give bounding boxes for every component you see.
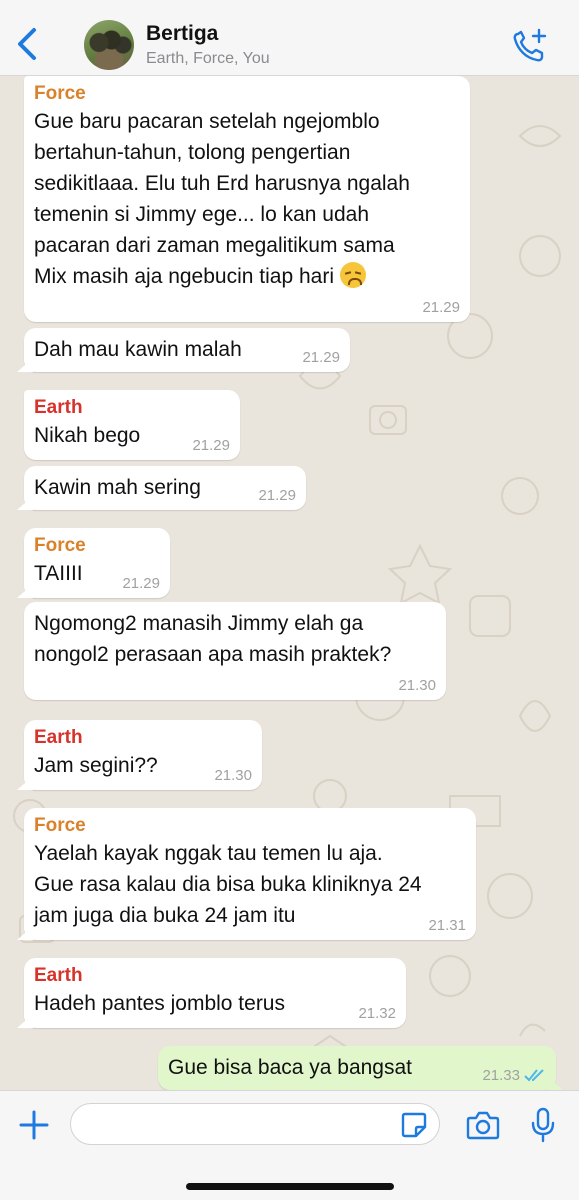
message-sender[interactable]: Earth [34,396,230,420]
sticker-icon[interactable] [400,1111,428,1139]
message-time: 21.29 [422,299,460,316]
message-bubble[interactable]: Kawin mah sering 21.29 [17,466,306,510]
message-bubble[interactable]: Dah mau kawin malah 21.29 [17,328,350,372]
message-sender[interactable]: Force [34,534,160,558]
message-time: 21.29 [302,349,340,366]
message-text: Ngomong2 manasih Jimmy elah ga [34,612,364,635]
message-text: jam juga dia buka 24 jam itu [34,904,296,927]
plus-icon[interactable] [18,1109,50,1141]
message-time: 21.30 [214,767,252,784]
message-text: Dah mau kawin malah [34,338,242,361]
message-text-line: Mix masih aja ngebucin tiap hari [34,265,334,288]
message-sender[interactable]: Force [34,82,460,106]
outgoing-message-bubble[interactable]: Gue bisa baca ya bangsat 21.33 [158,1046,563,1090]
message-bubble[interactable]: Earth Jam segini?? 21.30 [17,720,262,790]
microphone-icon[interactable] [530,1107,556,1143]
message-time: 21.29 [258,487,296,504]
message-text: bertahun-tahun, tolong pengertian [34,141,351,164]
message-text: sedikitlaaa. Elu tuh Erd harusnya ngalah [34,172,410,195]
message-bubble[interactable]: Earth Nikah bego 21.29 [24,390,240,460]
message-sender[interactable]: Earth [34,964,396,988]
message-bubble[interactable]: Ngomong2 manasih Jimmy elah ga nongol2 p… [24,602,446,700]
disappointed-face-emoji [339,262,366,288]
camera-icon[interactable] [466,1109,500,1141]
message-time: 21.29 [192,437,230,454]
home-indicator[interactable] [186,1183,394,1190]
group-members[interactable]: Earth, Force, You [146,50,270,68]
message-text: temenin si Jimmy ege... lo kan udah [34,203,369,226]
double-check-icon [524,1069,544,1082]
message-text: nongol2 perasaan apa masih praktek? [34,643,392,666]
message-sender[interactable]: Force [34,814,466,838]
message-time: 21.29 [122,575,160,592]
message-time: 21.32 [358,1005,396,1022]
message-sender[interactable]: Earth [34,726,252,750]
message-time: 21.31 [428,917,466,934]
message-bubble[interactable]: Force Yaelah kayak nggak tau temen lu aj… [17,808,476,940]
group-avatar[interactable] [84,20,134,70]
message-text: Gue rasa kalau dia bisa buka kliniknya 2… [34,873,422,896]
chevron-left-icon[interactable] [14,26,42,62]
message-text: Yaelah kayak nggak tau temen lu aja. [34,842,383,865]
message-bubble[interactable]: Force Gue baru pacaran setelah ngejomblo… [24,76,470,322]
message-bubble[interactable]: Earth Hadeh pantes jomblo terus 21.32 [17,958,406,1028]
message-time: 21.33 [482,1067,520,1084]
chat-area[interactable]: Force Gue baru pacaran setelah ngejomblo… [0,76,579,1090]
message-input[interactable] [70,1103,440,1145]
message-text: pacaran dari zaman megalitikum sama [34,234,395,257]
group-title[interactable]: Bertiga [146,22,218,46]
message-time: 21.30 [398,677,436,694]
message-bubble[interactable]: Force TAIIII 21.29 [17,528,170,598]
message-text: Hadeh pantes jomblo terus [34,992,285,1015]
chat-header: Bertiga Earth, Force, You [0,0,579,76]
message-text: Mix masih aja ngebucin tiap hari [34,261,460,292]
message-text: Gue bisa baca ya bangsat [168,1056,413,1079]
message-text: Kawin mah sering [34,476,201,499]
message-text: Gue baru pacaran setelah ngejomblo [34,110,380,133]
composer-bar [0,1090,579,1200]
add-call-icon[interactable] [510,28,550,64]
